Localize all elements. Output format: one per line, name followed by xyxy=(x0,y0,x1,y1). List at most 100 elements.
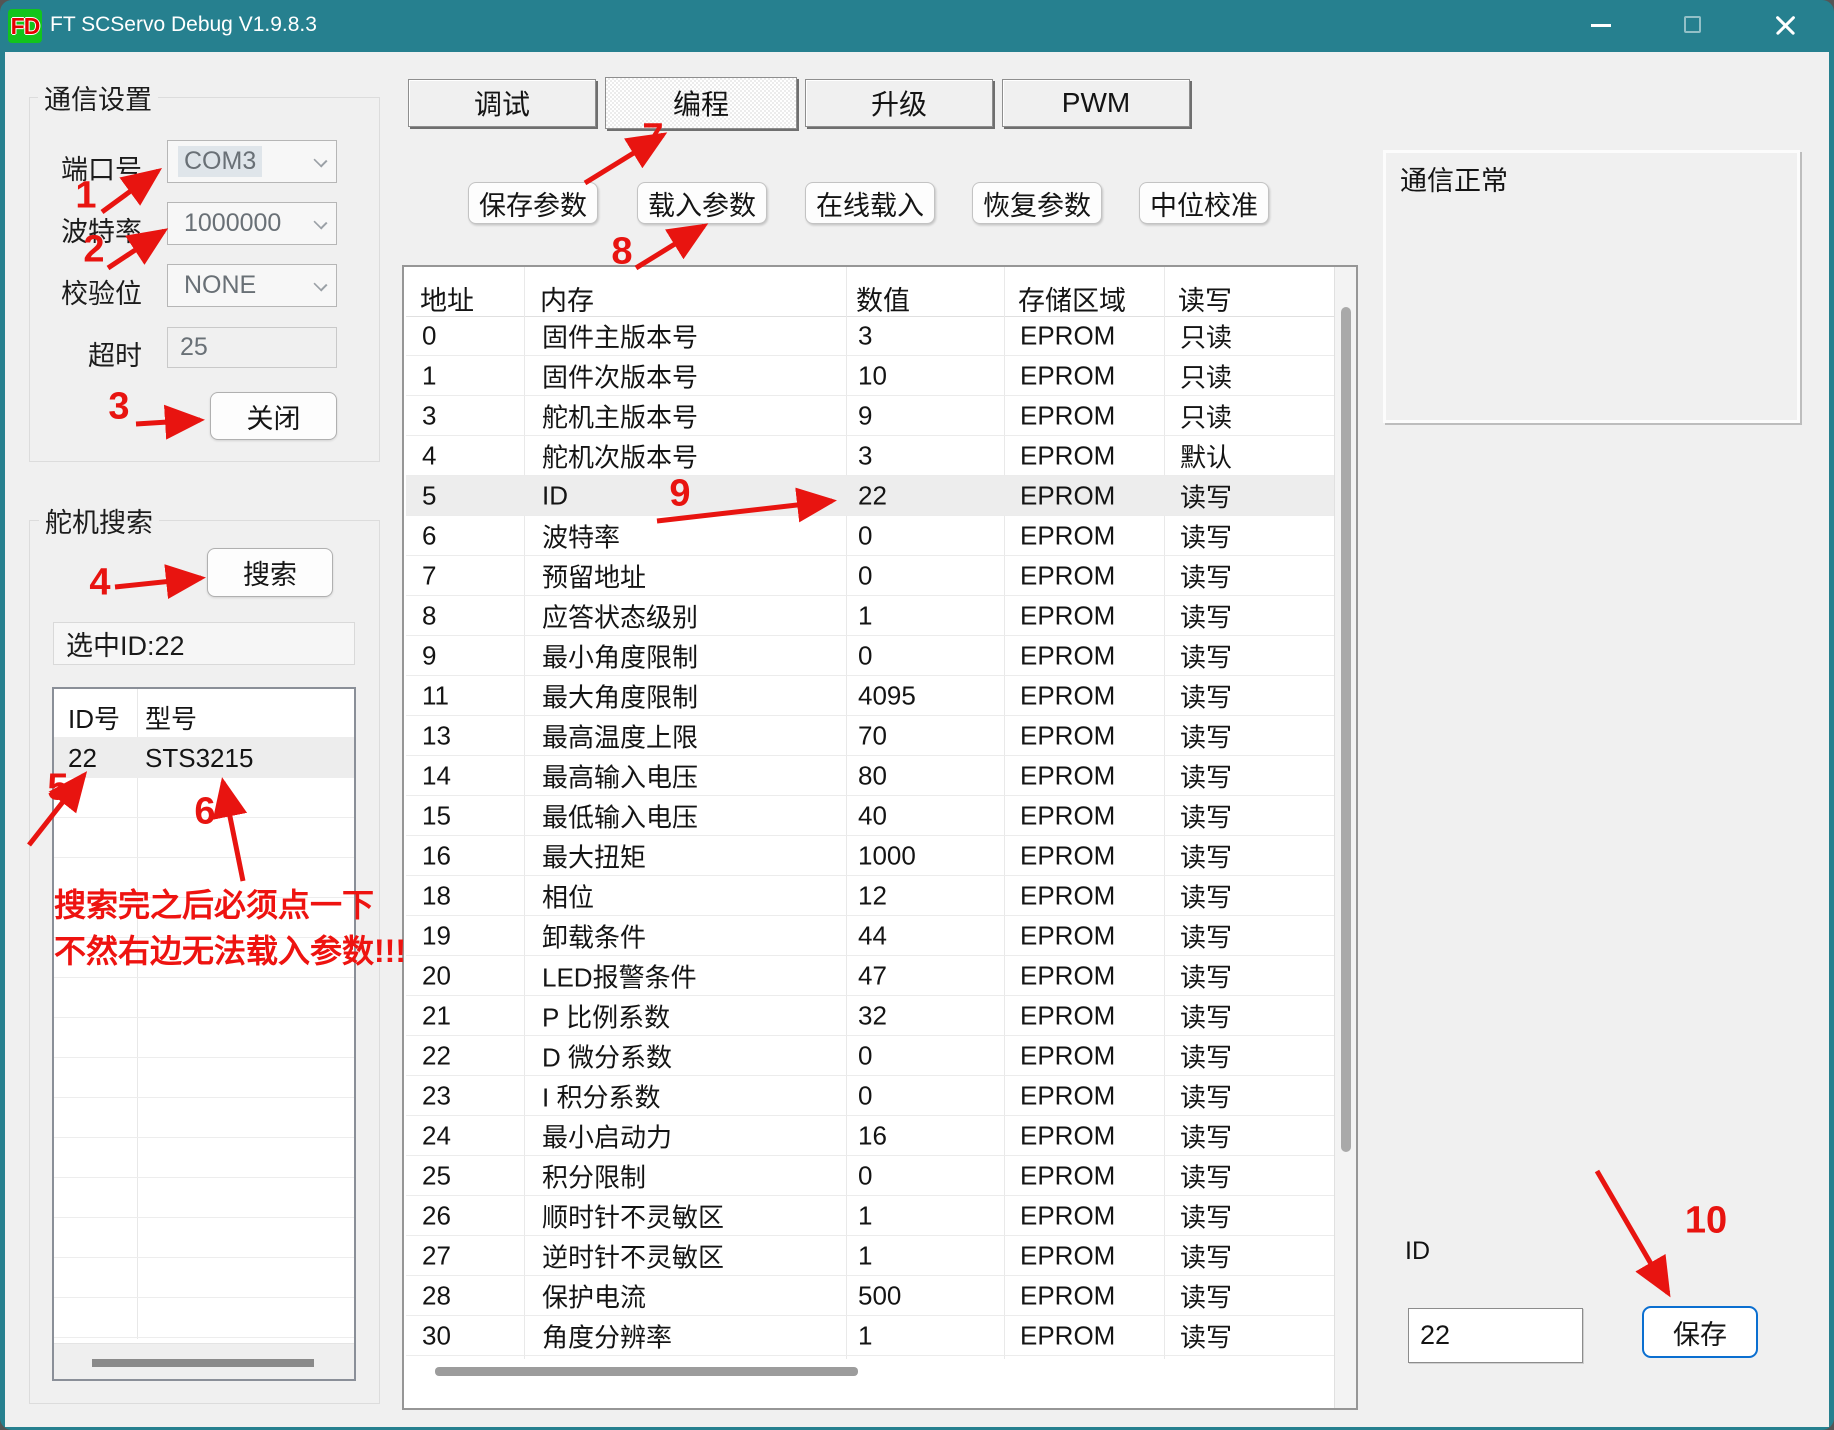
table-cell-addr: 8 xyxy=(422,600,436,631)
servo-list[interactable]: ID号 型号 22 STS3215 xyxy=(52,687,356,1381)
table-cell-rw: 读写 xyxy=(1180,637,1232,674)
table-vscrollbar[interactable] xyxy=(1334,267,1356,1408)
tab-debug[interactable]: 调试 xyxy=(408,79,596,127)
table-vscroll-thumb[interactable] xyxy=(1341,307,1351,1152)
table-row[interactable]: 20LED报警条件47EPROM读写 xyxy=(406,956,1334,996)
parity-select[interactable]: NONE xyxy=(167,264,337,307)
annotation-note-line1: 搜索完之后必须点一下 xyxy=(54,880,374,926)
table-cell-value: 3 xyxy=(858,440,872,471)
table-cell-area: EPROM xyxy=(1020,1320,1115,1351)
close-port-button[interactable]: 关闭 xyxy=(210,392,337,440)
timeout-label: 超时 xyxy=(40,334,142,373)
app-logo-icon: FD xyxy=(8,9,42,43)
table-cell-name: 角度分辨率 xyxy=(542,1317,672,1354)
servo-list-row[interactable]: 22 STS3215 xyxy=(54,737,354,777)
table-row[interactable]: 0固件主版本号3EPROM只读 xyxy=(406,316,1334,356)
table-cell-value: 47 xyxy=(858,960,887,991)
list-row-divider xyxy=(54,1017,354,1018)
tab-pwm[interactable]: PWM xyxy=(1002,79,1190,127)
minimize-button[interactable] xyxy=(1570,0,1632,52)
table-row[interactable]: 18相位12EPROM读写 xyxy=(406,876,1334,916)
table-row[interactable]: 9最小角度限制0EPROM读写 xyxy=(406,636,1334,676)
table-cell-value: 10 xyxy=(858,360,887,391)
table-cell-addr: 3 xyxy=(422,400,436,431)
search-button[interactable]: 搜索 xyxy=(207,548,333,597)
parity-label: 校验位 xyxy=(40,272,142,311)
table-row[interactable]: 15最低输入电压40EPROM读写 xyxy=(406,796,1334,836)
table-cell-addr: 25 xyxy=(422,1160,451,1191)
table-cell-rw: 读写 xyxy=(1180,1037,1232,1074)
table-cell-rw: 读写 xyxy=(1180,1157,1232,1194)
table-cell-value: 1 xyxy=(858,600,872,631)
list-row-divider xyxy=(54,1217,354,1218)
table-row[interactable]: 23I 积分系数0EPROM读写 xyxy=(406,1076,1334,1116)
table-row[interactable]: 6波特率0EPROM读写 xyxy=(406,516,1334,556)
table-cell-addr: 14 xyxy=(422,760,451,791)
table-row[interactable]: 22D 微分系数0EPROM读写 xyxy=(406,1036,1334,1076)
table-cell-rw: 读写 xyxy=(1180,477,1232,514)
table-cell-rw: 读写 xyxy=(1180,797,1232,834)
table-cell-name: 舵机次版本号 xyxy=(542,437,698,474)
list-row-divider xyxy=(54,857,354,858)
id-input[interactable]: 22 xyxy=(1408,1308,1583,1363)
table-row[interactable]: 24最小启动力16EPROM读写 xyxy=(406,1116,1334,1156)
save-params-button[interactable]: 保存参数 xyxy=(468,182,598,224)
col-header-address: 地址 xyxy=(420,279,474,318)
table-cell-area: EPROM xyxy=(1020,920,1115,951)
tab-programming[interactable]: 编程 xyxy=(605,77,797,129)
table-row[interactable]: 3舵机主版本号9EPROM只读 xyxy=(406,396,1334,436)
close-button[interactable] xyxy=(1754,0,1816,52)
list-row-divider xyxy=(54,1257,354,1258)
table-row[interactable]: 14最高输入电压80EPROM读写 xyxy=(406,756,1334,796)
table-cell-name: 最大角度限制 xyxy=(542,677,698,714)
title-bar[interactable]: FD FT SCServo Debug V1.9.8.3 xyxy=(0,0,1834,52)
table-row[interactable]: 8应答状态级别1EPROM读写 xyxy=(406,596,1334,636)
table-cell-name: 最高温度上限 xyxy=(542,717,698,754)
servo-list-hscrollbar[interactable] xyxy=(54,1343,354,1379)
save-id-button[interactable]: 保存 xyxy=(1642,1306,1758,1358)
table-row[interactable]: 7预留地址0EPROM读写 xyxy=(406,556,1334,596)
maximize-icon xyxy=(1684,16,1701,33)
table-row[interactable]: 25积分限制0EPROM读写 xyxy=(406,1156,1334,1196)
list-header-model: 型号 xyxy=(145,699,197,736)
midpoint-calibration-button[interactable]: 中位校准 xyxy=(1139,182,1269,224)
servo-id-cell: 22 xyxy=(68,743,97,774)
restore-params-button[interactable]: 恢复参数 xyxy=(972,182,1102,224)
table-row[interactable]: 30角度分辨率1EPROM读写 xyxy=(406,1316,1334,1356)
table-row[interactable]: 13最高温度上限70EPROM读写 xyxy=(406,716,1334,756)
load-params-button[interactable]: 载入参数 xyxy=(637,182,767,224)
table-row[interactable]: 21P 比例系数32EPROM读写 xyxy=(406,996,1334,1036)
table-cell-addr: 15 xyxy=(422,800,451,831)
table-row[interactable]: 5ID22EPROM读写 xyxy=(406,476,1334,516)
table-cell-name: 舵机主版本号 xyxy=(542,397,698,434)
table-row[interactable]: 28保护电流500EPROM读写 xyxy=(406,1276,1334,1316)
online-load-button[interactable]: 在线载入 xyxy=(805,182,935,224)
tab-upgrade[interactable]: 升级 xyxy=(805,79,993,127)
table-cell-value: 0 xyxy=(858,640,872,671)
table-cell-value: 1 xyxy=(858,1320,872,1351)
table-cell-area: EPROM xyxy=(1020,1080,1115,1111)
parameter-table: 地址 内存 数值 存储区域 读写 0固件主版本号3EPROM只读1固件次版本号1… xyxy=(402,265,1358,1410)
table-cell-rw: 读写 xyxy=(1180,1197,1232,1234)
table-cell-value: 500 xyxy=(858,1280,901,1311)
timeout-input[interactable]: 25 xyxy=(167,327,337,368)
baud-select[interactable]: 1000000 xyxy=(167,202,337,245)
table-cell-rw: 读写 xyxy=(1180,597,1232,634)
table-row[interactable]: 26顺时针不灵敏区1EPROM读写 xyxy=(406,1196,1334,1236)
table-cell-value: 0 xyxy=(858,1040,872,1071)
table-row[interactable]: 4舵机次版本号3EPROM默认 xyxy=(406,436,1334,476)
servo-list-hscroll-thumb[interactable] xyxy=(92,1359,314,1367)
table-row[interactable]: 11最大角度限制4095EPROM读写 xyxy=(406,676,1334,716)
maximize-button[interactable] xyxy=(1662,0,1724,52)
table-row[interactable]: 19卸载条件44EPROM读写 xyxy=(406,916,1334,956)
table-cell-rw: 读写 xyxy=(1180,1077,1232,1114)
table-cell-rw: 读写 xyxy=(1180,957,1232,994)
port-select[interactable]: COM3 xyxy=(167,140,337,183)
table-hscroll-thumb[interactable] xyxy=(435,1367,858,1376)
table-cell-value: 0 xyxy=(858,1080,872,1111)
servo-search-title: 舵机搜索 xyxy=(39,501,159,540)
table-row[interactable]: 1固件次版本号10EPROM只读 xyxy=(406,356,1334,396)
table-row[interactable]: 16最大扭矩1000EPROM读写 xyxy=(406,836,1334,876)
table-row[interactable]: 27逆时针不灵敏区1EPROM读写 xyxy=(406,1236,1334,1276)
table-cell-rw: 读写 xyxy=(1180,837,1232,874)
